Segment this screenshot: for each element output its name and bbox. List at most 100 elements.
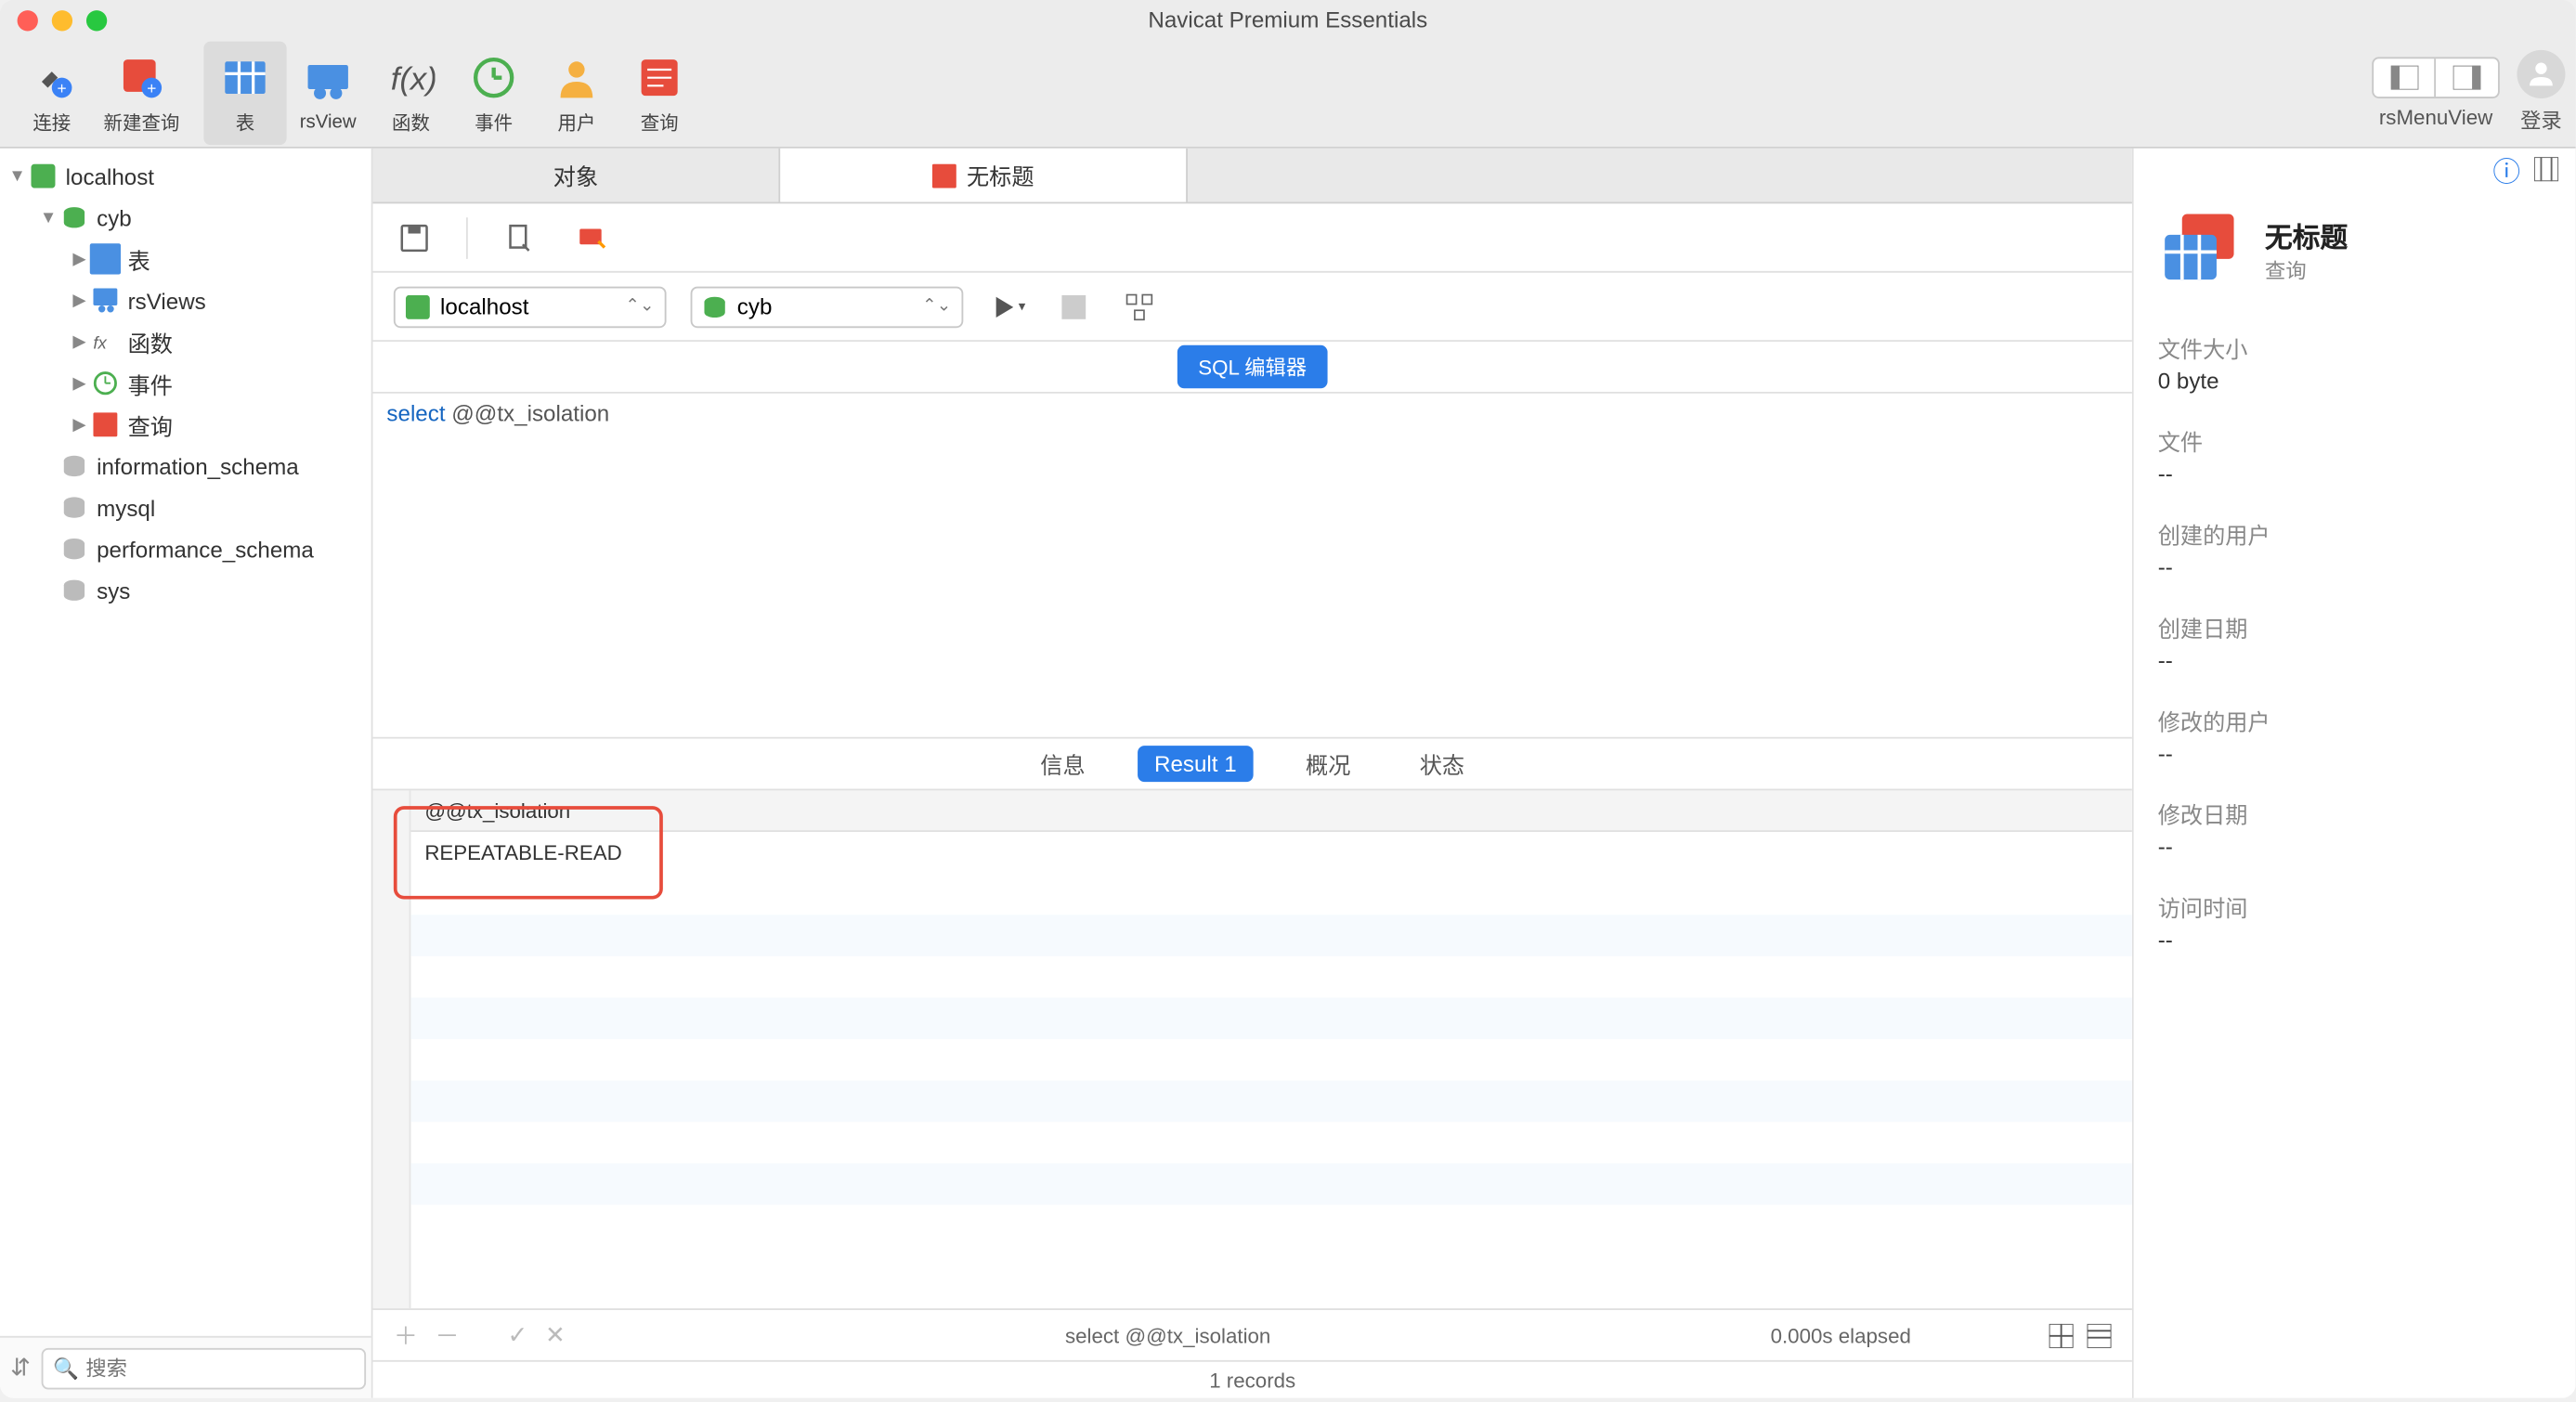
tree-queries[interactable]: ▶查询 [0,404,371,446]
close-icon[interactable] [18,10,38,31]
status-sql: select @@tx_isolation [582,1323,1753,1347]
toolbar-connection[interactable]: + 连接 [10,41,93,145]
grid-column-header[interactable]: @@tx_isolation [410,798,670,823]
tree-db-mysql[interactable]: mysql [0,487,371,528]
tree-connection-label: localhost [66,163,154,189]
avatar-icon[interactable] [2517,50,2565,98]
info-title: 无标题 [2265,214,2348,255]
grid-cell-value[interactable]: REPEATABLE-READ [410,840,670,864]
chevron-right-icon[interactable]: ▶ [69,373,89,392]
tree-tables[interactable]: ▶表 [0,239,371,280]
status-bar: ＋ － ✓ ✕ select @@tx_isolation 0.000s ela… [373,1308,2132,1360]
form-view-icon[interactable] [2088,1323,2112,1347]
toolbar-event[interactable]: 事件 [452,41,535,145]
prop-label: 访问时间 [2158,890,2552,923]
result-tab-info[interactable]: 信息 [1023,742,1103,785]
prop-value: -- [2158,647,2552,673]
view-icon [300,53,355,108]
layout-right-icon[interactable] [2436,58,2498,96]
layout-left-icon[interactable] [2374,58,2436,96]
tree-db-label: information_schema [97,453,299,479]
connection-row: localhost ⌃⌄ cyb ⌃⌄ ▾ [373,273,2132,342]
search-field[interactable] [85,1356,353,1380]
chevron-right-icon[interactable]: ▶ [69,332,89,351]
tree-functions[interactable]: ▶fx函数 [0,321,371,363]
stop-icon[interactable] [1053,286,1095,328]
tab-untitled[interactable]: 无标题 [780,149,1188,202]
grid-data-row[interactable]: REPEATABLE-READ [410,832,2131,874]
tree-db-sys[interactable]: sys [0,569,371,611]
toolbar-connection-label: 连接 [33,108,71,136]
toolbar-function[interactable]: f(x) 函数 [370,41,452,145]
tab-objects[interactable]: 对象 [373,149,781,202]
chevron-down-icon[interactable]: ▼ [38,208,59,227]
check-icon[interactable]: ✓ [508,1320,528,1350]
center-pane: 对象 无标题 localhost ⌃⌄ cyb ⌃⌄ [373,149,2134,1398]
toolbar-user[interactable]: 用户 [535,41,618,145]
result-tab-result1[interactable]: Result 1 [1137,746,1254,782]
prop-access-time: 访问时间-- [2134,884,2576,977]
table-icon [90,243,121,274]
svg-text:f(x): f(x) [391,61,436,97]
run-icon[interactable]: ▾ [987,286,1029,328]
query-icon [932,163,956,188]
tree-connection[interactable]: ▼ localhost [0,155,371,197]
export-icon[interactable] [499,216,540,258]
connection-dropdown-value: localhost [440,293,528,319]
sql-rest: @@tx_isolation [446,400,610,426]
toolbar-query[interactable]: 查询 [618,41,701,145]
toolbar-view[interactable]: rsView [287,41,370,145]
settings-icon[interactable]: ⇵ [10,1353,31,1383]
clock-icon [90,368,121,398]
chevron-updown-icon: ⌃⌄ [922,297,951,316]
film-icon[interactable] [2534,157,2558,181]
format-icon[interactable] [1119,286,1161,328]
toolbar-function-label: 函数 [392,108,430,136]
view-mode-toggle[interactable] [2372,56,2500,97]
sql-editor[interactable]: select @@tx_isolation [373,394,2132,739]
prop-label: 文件大小 [2158,331,2552,364]
chevron-down-icon[interactable]: ▼ [7,166,27,185]
maximize-icon[interactable] [86,10,107,31]
tree-db-perf-schema[interactable]: performance_schema [0,528,371,570]
query-new-icon: + [114,49,169,104]
result-tab-profile[interactable]: 概况 [1288,742,1368,785]
database-dropdown[interactable]: cyb ⌃⌄ [691,286,964,328]
search-input[interactable]: 🔍 [41,1347,365,1389]
toolbar-table[interactable]: 表 [203,41,286,145]
tree-db-label: mysql [97,495,155,521]
sidebar-bottom: ⇵ 🔍 [0,1336,371,1398]
tree-db-info-schema[interactable]: information_schema [0,446,371,487]
explain-icon[interactable] [571,216,613,258]
chevron-right-icon[interactable]: ▶ [69,291,89,309]
info-icon[interactable]: ⓘ [2492,149,2520,190]
prop-value: -- [2158,554,2552,580]
tree-events[interactable]: ▶事件 [0,362,371,404]
result-tab-status[interactable]: 状态 [1402,742,1482,785]
query-icon [631,49,686,104]
sql-editor-badge[interactable]: SQL 编辑器 [1177,345,1328,388]
toolbar-table-label: 表 [236,108,254,136]
chevron-right-icon[interactable]: ▶ [69,250,89,268]
view-icon [90,285,121,316]
minimize-icon[interactable] [52,10,72,31]
prop-file: 文件-- [2134,418,2576,511]
close-icon[interactable]: ✕ [545,1320,566,1350]
database-icon [59,575,89,605]
toolbar-new-query[interactable]: + 新建查询 [93,41,189,145]
connection-tree: ▼ localhost ▼ cyb ▶表 ▶rsViews ▶fx函数 ▶事件 … [0,149,371,1336]
prop-created-by: 创建的用户-- [2134,511,2576,604]
chevron-right-icon[interactable]: ▶ [69,415,89,434]
grid-header-row: @@tx_isolation [410,790,2131,832]
grid-view-icon[interactable] [2049,1323,2074,1347]
toolbar-user-label: 用户 [557,108,595,136]
tree-db-cyb[interactable]: ▼ cyb [0,197,371,239]
add-icon[interactable]: ＋ [394,1318,418,1352]
svg-text:+: + [147,78,156,97]
remove-icon[interactable]: － [435,1318,459,1352]
connection-dropdown[interactable]: localhost ⌃⌄ [394,286,667,328]
save-icon[interactable] [394,216,436,258]
tab-untitled-label: 无标题 [967,159,1034,191]
svg-text:fx: fx [93,333,107,353]
tree-views[interactable]: ▶rsViews [0,279,371,321]
